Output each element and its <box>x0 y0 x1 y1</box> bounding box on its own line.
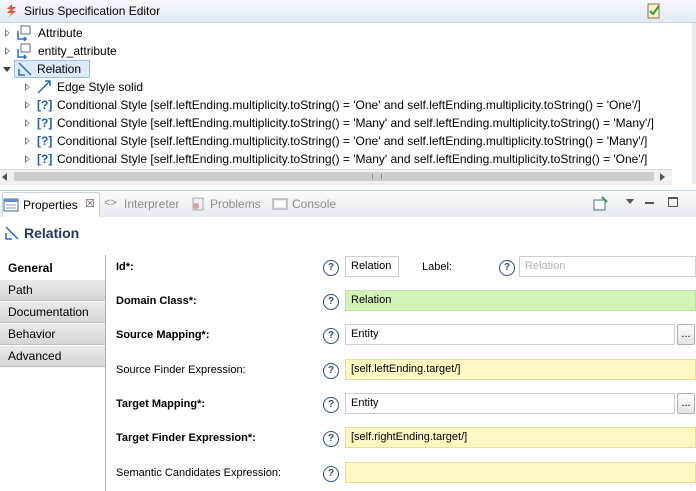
expand-arrow-icon[interactable] <box>25 137 30 145</box>
views-tab-bar: Properties ☒ <> Interpreter Problems Con… <box>0 190 696 218</box>
source-mapping-field[interactable]: Entity <box>345 324 675 345</box>
properties-title: Relation <box>24 225 80 241</box>
side-tab-advanced[interactable]: Advanced <box>0 346 105 367</box>
properties-header: Relation <box>0 217 696 247</box>
domain-class-field[interactable]: Relation <box>345 290 696 311</box>
sirius-logo-icon <box>7 4 16 18</box>
vertical-scrollbar[interactable] <box>692 23 696 184</box>
source-mapping-label: Source Mapping*: <box>116 329 210 341</box>
help-icon[interactable]: ? <box>323 466 339 482</box>
scrollbar-grip <box>372 174 382 179</box>
target-finder-label: Target Finder Expression*: <box>116 432 256 444</box>
conditional-style-icon: [?] <box>37 134 53 148</box>
source-finder-label: Source Finder Expression: <box>116 364 246 376</box>
help-icon[interactable]: ? <box>323 328 339 344</box>
domain-class-label: Domain Class*: <box>116 295 197 307</box>
source-finder-field[interactable]: [self.leftEnding.target/] <box>345 359 696 380</box>
node-mapping-icon <box>17 25 31 41</box>
side-tab-path[interactable]: Path <box>0 280 105 301</box>
minimize-icon[interactable] <box>645 202 654 204</box>
pin-view-icon[interactable] <box>592 196 608 212</box>
conditional-style-icon: [?] <box>37 116 53 130</box>
help-icon[interactable]: ? <box>323 397 339 413</box>
scroll-left-icon[interactable] <box>2 173 7 181</box>
interpreter-icon: <> <box>104 197 117 209</box>
id-field[interactable]: Relation <box>345 256 399 277</box>
expand-arrow-icon[interactable] <box>25 155 30 163</box>
semantic-candidates-label: Semantic Candidates Expression: <box>116 467 282 479</box>
expand-arrow-icon[interactable] <box>5 29 10 37</box>
target-finder-field[interactable]: [self.rightEnding.target/] <box>345 427 696 448</box>
tree-item-label: Conditional Style [self.leftEnding.multi… <box>57 134 648 148</box>
side-tab-behavior[interactable]: Behavior <box>0 324 105 345</box>
help-icon[interactable]: ? <box>323 260 339 276</box>
tree-item-label: Edge Style solid <box>57 80 144 94</box>
help-icon[interactable]: ? <box>499 260 515 276</box>
properties-side-tabs: General Path Documentation Behavior Adva… <box>0 255 106 491</box>
tree-item-label: Relation <box>37 62 82 76</box>
tab-label: Console <box>292 197 337 211</box>
help-icon[interactable]: ? <box>323 363 339 379</box>
tree-item-label: Conditional Style [self.leftEnding.multi… <box>57 98 641 112</box>
tab-problems[interactable]: Problems <box>190 195 266 213</box>
tab-console[interactable]: Console <box>272 195 342 213</box>
expand-arrow-icon[interactable] <box>25 101 30 109</box>
edge-mapping-icon <box>5 226 19 240</box>
target-mapping-label: Target Mapping*: <box>116 398 206 410</box>
tree-item-label: Conditional Style [self.leftEnding.multi… <box>57 152 648 166</box>
id-label: Id*: <box>116 261 134 273</box>
target-mapping-browse-button[interactable]: ... <box>677 393 695 414</box>
semantic-candidates-field[interactable] <box>345 462 696 483</box>
expand-arrow-icon[interactable] <box>25 119 30 127</box>
tree-item-label: Attribute <box>38 26 83 40</box>
collapse-arrow-icon[interactable] <box>3 67 11 72</box>
expand-arrow-icon[interactable] <box>5 47 10 55</box>
edge-style-icon <box>37 80 51 94</box>
console-icon <box>272 198 288 210</box>
tab-interpreter[interactable]: <> Interpreter <box>104 195 186 213</box>
tab-label: Problems <box>210 197 261 211</box>
label-label: Label: <box>422 261 452 273</box>
help-icon[interactable]: ? <box>323 431 339 447</box>
maximize-icon[interactable] <box>668 197 678 207</box>
general-form: Id*: ? Relation Label: ? Relation Domain… <box>106 255 696 491</box>
expand-arrow-icon[interactable] <box>25 83 30 91</box>
label-field[interactable]: Relation <box>519 256 696 277</box>
validate-icon[interactable] <box>646 3 662 19</box>
side-tab-general[interactable]: General <box>0 258 105 279</box>
tree-item-label: entity_attribute <box>38 44 117 58</box>
node-mapping-icon <box>17 43 31 59</box>
specification-tree[interactable]: Attribute entity_attribute Relation Edge… <box>0 23 692 169</box>
properties-icon <box>3 198 19 212</box>
source-mapping-browse-button[interactable]: ... <box>677 324 695 345</box>
tab-properties[interactable]: Properties ☒ <box>2 192 100 217</box>
editor-title-bar: Sirius Specification Editor <box>0 0 696 23</box>
tab-label: Properties <box>23 198 78 212</box>
help-icon[interactable]: ? <box>323 294 339 310</box>
scroll-right-icon[interactable] <box>660 173 665 181</box>
conditional-style-icon: [?] <box>37 152 53 166</box>
horizontal-scrollbar[interactable] <box>0 169 672 185</box>
close-tab-icon[interactable]: ☒ <box>85 197 95 210</box>
side-tab-documentation[interactable]: Documentation <box>0 302 105 323</box>
view-menu-icon[interactable] <box>626 199 634 204</box>
edge-mapping-icon <box>18 62 32 76</box>
tree-item-label: Conditional Style [self.leftEnding.multi… <box>57 116 654 130</box>
conditional-style-icon: [?] <box>37 98 53 112</box>
tab-label: Interpreter <box>124 197 180 211</box>
target-mapping-field[interactable]: Entity <box>345 393 675 414</box>
scrollbar-thumb[interactable] <box>14 172 654 181</box>
problems-icon <box>192 197 204 211</box>
editor-title: Sirius Specification Editor <box>24 4 161 18</box>
